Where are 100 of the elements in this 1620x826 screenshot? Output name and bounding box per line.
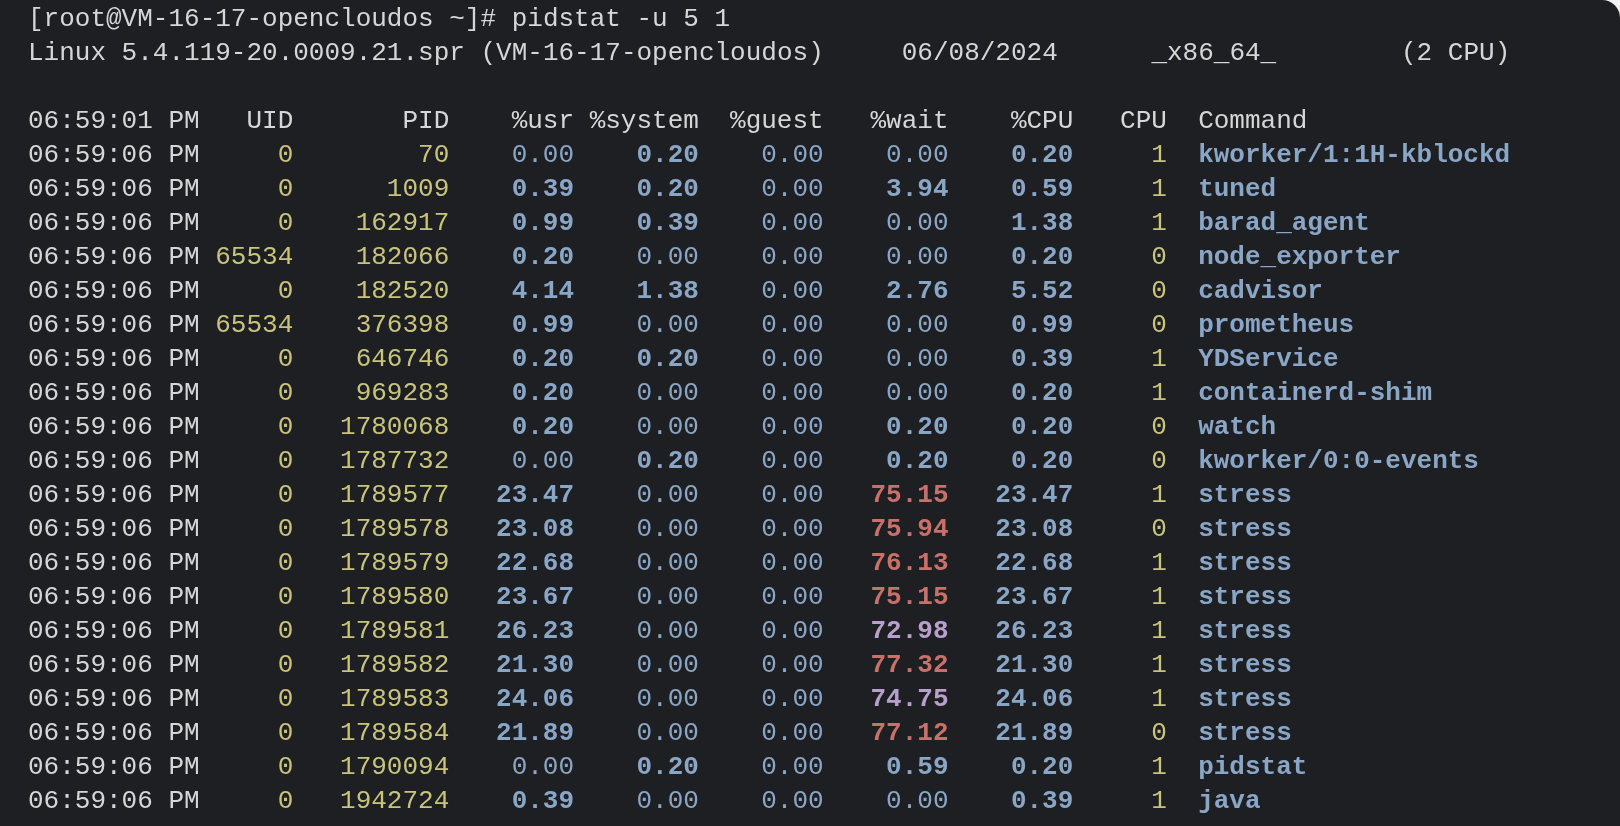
table-cell-text: 1: [1150, 173, 1167, 206]
table-cell-text: 0.00: [760, 615, 824, 648]
time-cell-text: 06:59:06 PM: [28, 275, 200, 308]
table-cell-text: 0.00: [760, 377, 824, 410]
table-cell-text: 0.00: [510, 751, 575, 784]
table-cell-text: 1780068: [339, 411, 450, 444]
table-cell-text: 0: [276, 649, 294, 682]
table-cell-text: 0.00: [760, 479, 824, 512]
time-cell-text: 06:59:06 PM: [28, 139, 200, 172]
table-cell-text: 0.20: [635, 139, 699, 172]
table-cell-text: 21.30: [495, 649, 575, 682]
table-cell-text: 65534: [214, 309, 294, 342]
table-cell-text: 0.00: [760, 343, 824, 376]
table-cell-text: 23.08: [495, 513, 575, 546]
table-cell-text: 0.00: [760, 547, 824, 580]
table-cell-text: 0: [276, 411, 294, 444]
table-cell-text: 0: [276, 377, 294, 410]
table-cell-text: 0.20: [510, 377, 575, 410]
table-cell-text: 0.39: [1009, 785, 1074, 818]
time-cell-text: 06:59:06 PM: [28, 207, 200, 240]
table-cell-text: 23.47: [994, 479, 1074, 512]
table-cell-text: 0: [276, 343, 294, 376]
command-cell-text: watch: [1198, 411, 1277, 444]
table-cell-text: 0.00: [635, 717, 699, 750]
table-cell-text: 0.20: [635, 751, 699, 784]
architecture-text: _x86_64_: [1151, 37, 1278, 70]
table-cell-text: 24.06: [495, 683, 575, 716]
table-cell-text: 77.12: [869, 717, 949, 750]
table-cell-text: 0.00: [635, 241, 699, 274]
table-cell-text: 0: [1150, 513, 1167, 546]
table-cell-text: 75.15: [869, 479, 949, 512]
table-cell-text: 0.00: [635, 547, 699, 580]
table-cell-text: 0.20: [1009, 377, 1074, 410]
table-cell-text: 1789580: [339, 581, 450, 614]
table-cell-text: 0: [1150, 445, 1167, 478]
table-cell-text: 0: [276, 275, 294, 308]
table-cell-text: 70: [417, 139, 450, 172]
table-cell-text: 0: [276, 479, 294, 512]
time-cell-text: 06:59:06 PM: [28, 513, 200, 546]
table-cell-text: 0.59: [885, 751, 949, 784]
table-cell-text: 0: [276, 513, 294, 546]
command-cell-text: kworker/1:1H-kblockd: [1198, 139, 1511, 172]
table-cell-text: 1789583: [339, 683, 450, 716]
command-cell-text: stress: [1198, 479, 1292, 512]
table-cell-text: 72.98: [869, 615, 949, 648]
command-cell-text: stress: [1198, 547, 1292, 580]
column-header: %guest: [729, 105, 824, 138]
command-cell-text: prometheus: [1198, 309, 1355, 342]
time-cell-text: 06:59:06 PM: [28, 785, 200, 818]
table-cell-text: 0: [276, 785, 294, 818]
table-cell-text: 0: [276, 581, 294, 614]
table-cell-text: 646746: [354, 343, 450, 376]
column-header: PID: [401, 105, 450, 138]
time-cell-text: 06:59:06 PM: [28, 309, 200, 342]
table-cell-text: 0: [1150, 309, 1167, 342]
table-cell-text: 0.20: [635, 173, 699, 206]
table-cell-text: 0.00: [635, 683, 699, 716]
table-cell-text: 376398: [354, 309, 450, 342]
table-cell-text: 65534: [214, 241, 294, 274]
table-cell-text: 1: [1150, 343, 1167, 376]
table-cell-text: 0.00: [635, 581, 699, 614]
command-cell-text: tuned: [1198, 173, 1277, 206]
command-prompt: [root@VM-16-17-opencloudos ~]# pidstat -u 5 1: [28, 3, 731, 36]
table-cell-text: 0: [1150, 717, 1167, 750]
table-cell-text: 0.00: [760, 751, 824, 784]
time-cell-text: 06:59:06 PM: [28, 581, 200, 614]
table-cell-text: 1942724: [339, 785, 450, 818]
time-cell-text: 06:59:06 PM: [28, 445, 200, 478]
table-cell-text: 1: [1150, 207, 1167, 240]
time-cell-text: 06:59:06 PM: [28, 173, 200, 206]
table-cell-text: 0.00: [635, 479, 699, 512]
command-cell-text: stress: [1198, 615, 1292, 648]
column-header: %CPU: [1009, 105, 1074, 138]
column-header: %system: [588, 105, 699, 138]
table-cell-text: 0.00: [635, 411, 699, 444]
table-cell-text: 0: [276, 445, 294, 478]
command-cell-text: stress: [1198, 581, 1292, 614]
table-cell-text: 0.39: [510, 785, 575, 818]
table-cell-text: 74.75: [869, 683, 949, 716]
table-cell-text: 0.99: [510, 309, 575, 342]
table-cell-text: 0.00: [885, 241, 949, 274]
table-cell-text: 0.00: [635, 649, 699, 682]
time-cell-text: 06:59:06 PM: [28, 751, 200, 784]
table-cell-text: 0.00: [760, 683, 824, 716]
table-cell-text: 0.00: [760, 309, 824, 342]
table-cell-text: 1.38: [635, 275, 699, 308]
table-cell-text: 1: [1150, 377, 1167, 410]
time-cell-text: 06:59:06 PM: [28, 615, 200, 648]
table-cell-text: 0: [276, 207, 294, 240]
table-cell-text: 0.00: [760, 513, 824, 546]
command-cell-text: cadvisor: [1198, 275, 1323, 308]
table-cell-text: 76.13: [869, 547, 949, 580]
table-cell-text: 0.00: [885, 785, 949, 818]
table-cell-text: 0: [1150, 411, 1167, 444]
table-cell-text: 969283: [354, 377, 450, 410]
table-cell-text: 1789582: [339, 649, 450, 682]
table-cell-text: 23.67: [994, 581, 1074, 614]
table-cell-text: 23.47: [495, 479, 575, 512]
table-cell-text: 162917: [354, 207, 450, 240]
command-cell-text: stress: [1198, 717, 1292, 750]
